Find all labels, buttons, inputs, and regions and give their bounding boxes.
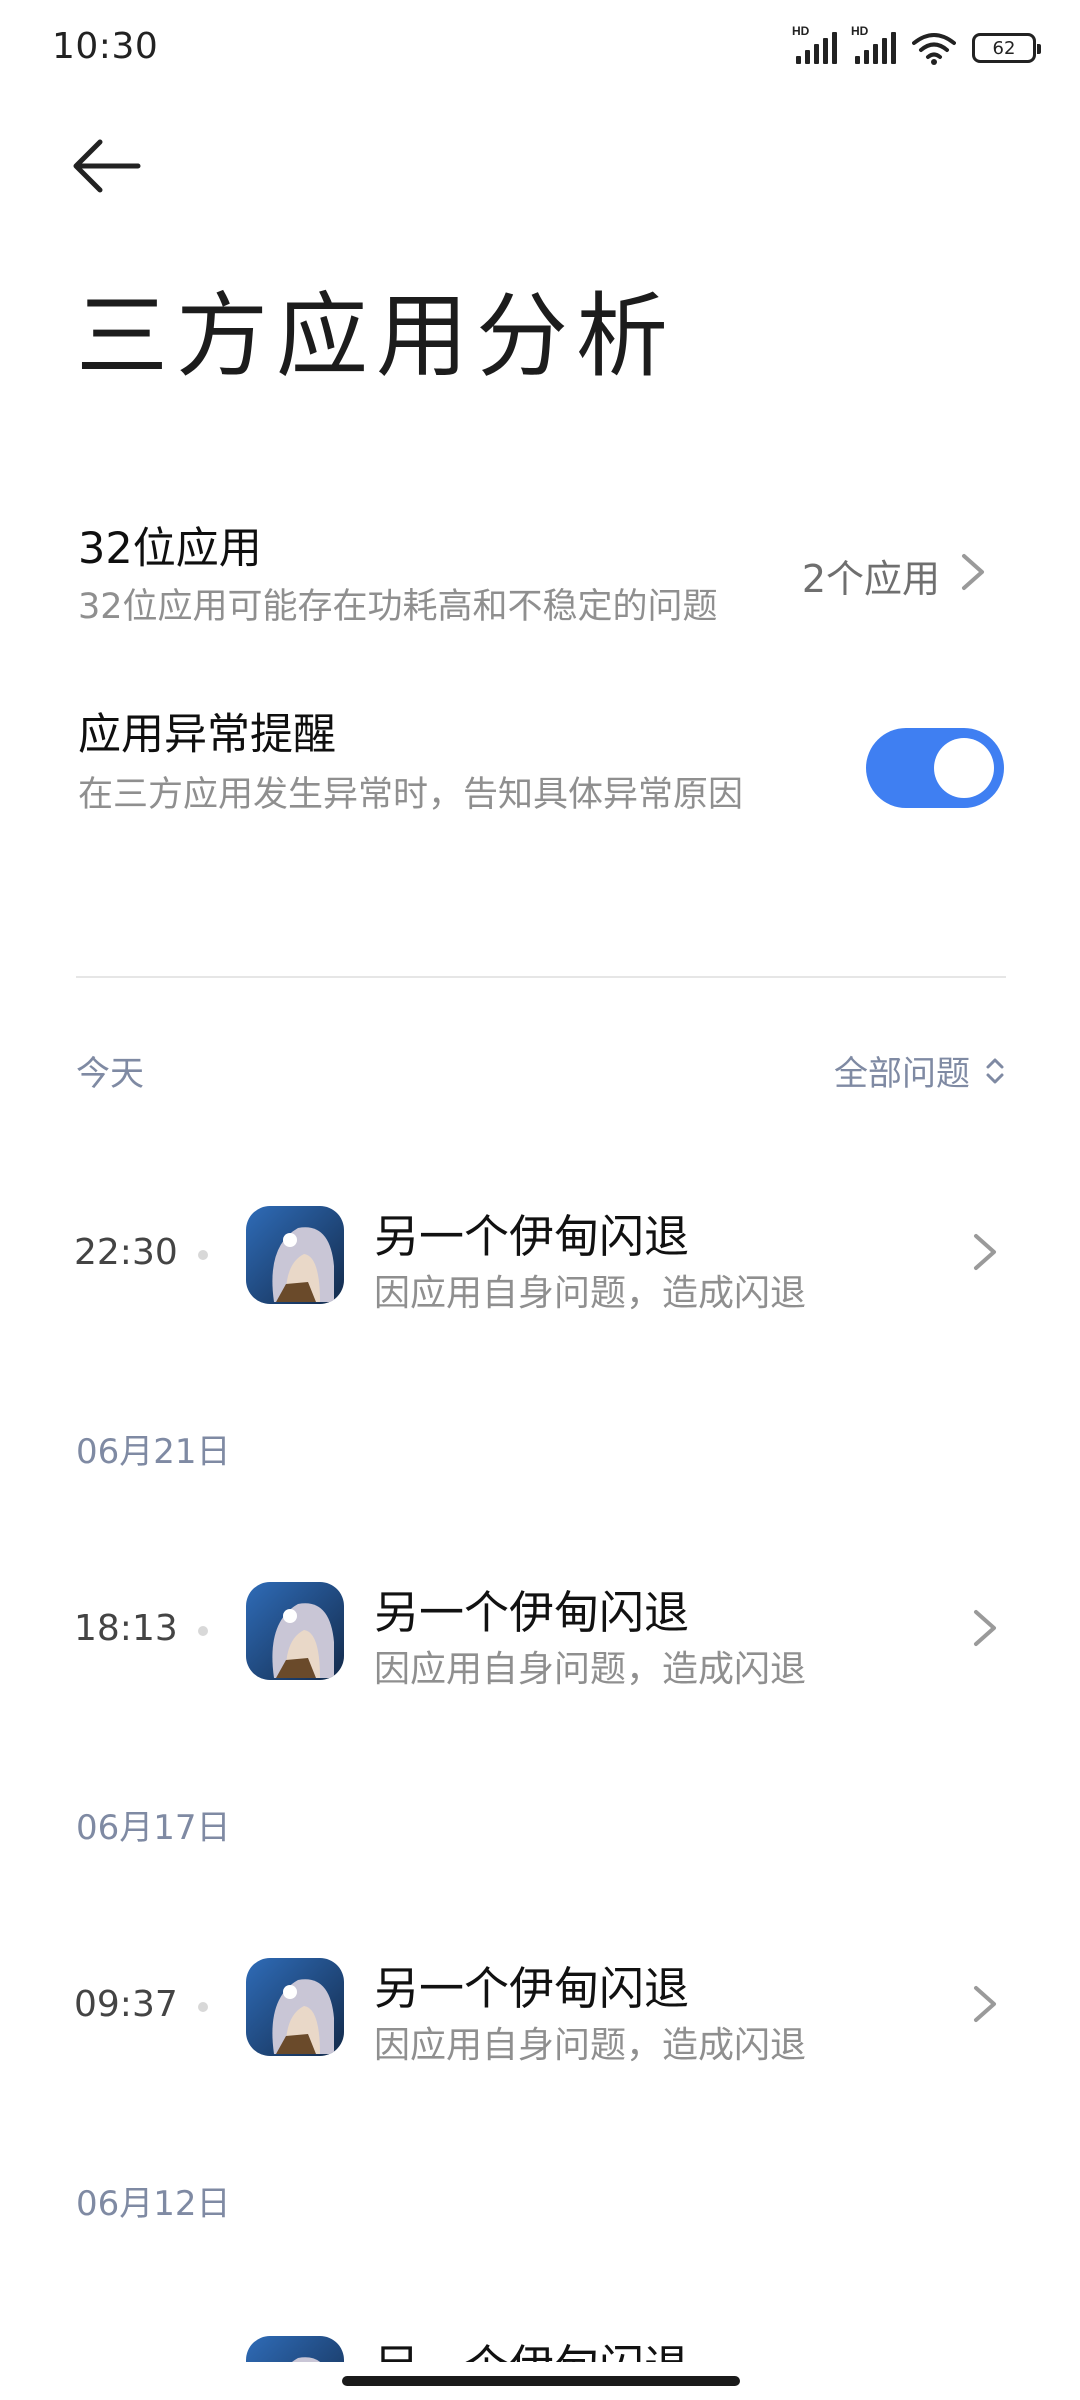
timeline-dot	[198, 1250, 208, 1260]
item-title: 另一个伊甸闪退	[374, 2330, 689, 2362]
item-time: 22:30	[74, 1232, 178, 1273]
battery-icon: 62	[972, 33, 1041, 63]
arrow-left-icon[interactable]	[72, 138, 142, 194]
group-date: 06月12日	[76, 2184, 231, 2224]
apps32-count: 2个应用	[801, 557, 940, 601]
apps32-subtitle: 32位应用可能存在功耗高和不稳定的问题	[78, 587, 718, 627]
group-date: 06月17日	[76, 1808, 231, 1848]
app-icon	[246, 1582, 344, 1680]
app-icon	[246, 1958, 344, 2056]
page-title: 三方应用分析	[76, 283, 677, 390]
group-date: 06月21日	[76, 1432, 231, 1472]
wifi-icon	[912, 33, 956, 65]
divider	[76, 976, 1006, 978]
list-item[interactable]: 22:30 另一个伊甸闪退 因应用自身问题，造成闪退	[0, 1190, 1080, 1320]
item-time: 09:37	[74, 1984, 178, 2025]
list-item[interactable]: 09:37 另一个伊甸闪退 因应用自身问题，造成闪退	[0, 1942, 1080, 2072]
signal-hd-icon: HD	[851, 24, 896, 64]
chevron-right-icon	[962, 554, 984, 590]
list-item[interactable]: 18:13 另一个伊甸闪退 因应用自身问题，造成闪退	[0, 1566, 1080, 1696]
item-title: 另一个伊甸闪退	[374, 1962, 690, 2015]
status-icons: HD HD 62	[792, 24, 1041, 70]
anomaly-title: 应用异常提醒	[78, 710, 336, 760]
apps32-row[interactable]: 32位应用 32位应用可能存在功耗高和不稳定的问题 2个应用	[0, 500, 1080, 640]
filter-dropdown[interactable]: 全部问题	[834, 1046, 1006, 1095]
apps32-title: 32位应用	[78, 524, 262, 574]
signal-hd-icon: HD	[792, 24, 837, 64]
home-indicator[interactable]	[342, 2376, 740, 2386]
status-time: 10:30	[52, 26, 159, 67]
item-subtitle: 因应用自身问题，造成闪退	[374, 1649, 807, 1690]
timeline-dot	[198, 1626, 208, 1636]
item-subtitle: 因应用自身问题，造成闪退	[374, 1273, 807, 1314]
chevron-right-icon	[974, 1986, 996, 2022]
group-date: 今天	[76, 1054, 144, 1094]
chevron-right-icon	[974, 1234, 996, 1270]
item-title: 另一个伊甸闪退	[374, 1586, 690, 1639]
app-icon	[246, 2336, 344, 2362]
item-time: 18:13	[74, 1608, 178, 1649]
timeline-dot	[198, 2002, 208, 2012]
chevron-right-icon	[974, 1610, 996, 1646]
toggle-knob	[934, 738, 994, 798]
sort-updown-icon	[986, 1058, 1004, 1083]
app-icon	[246, 1206, 344, 1304]
anomaly-toggle[interactable]	[866, 728, 1004, 808]
item-subtitle: 因应用自身问题，造成闪退	[374, 2025, 807, 2066]
list-item[interactable]: 另一个伊甸闪退	[0, 2320, 1080, 2362]
filter-label: 全部问题	[834, 1054, 970, 1094]
item-title: 另一个伊甸闪退	[374, 1210, 690, 1263]
anomaly-subtitle: 在三方应用发生异常时，告知具体异常原因	[78, 775, 744, 815]
